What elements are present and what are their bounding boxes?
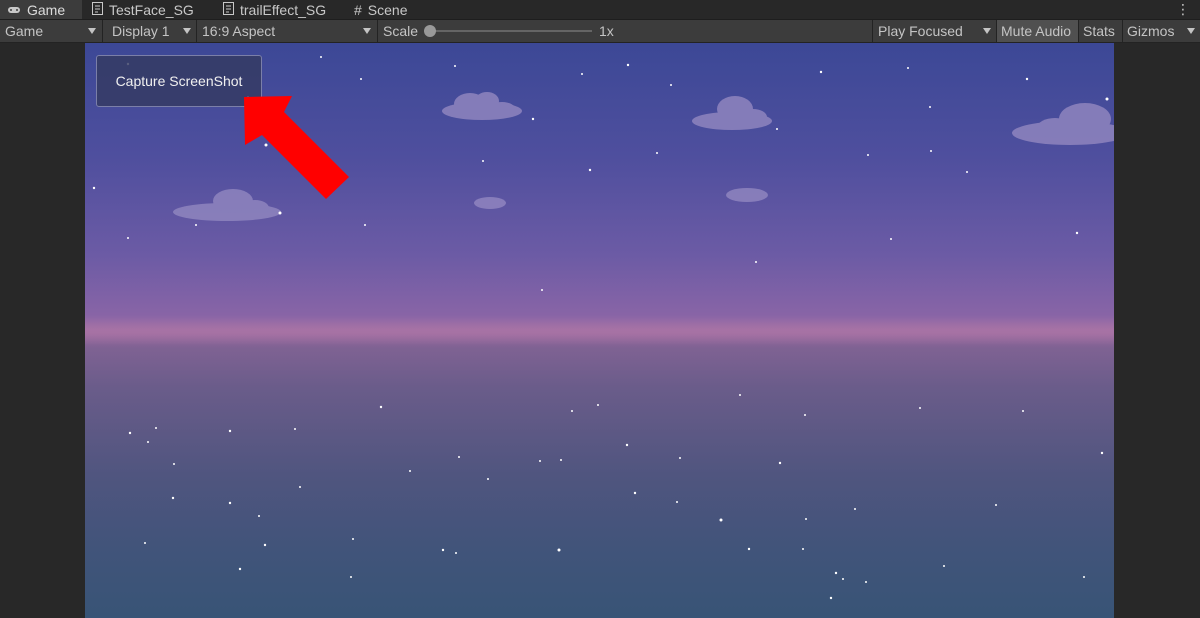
mute-audio-toggle[interactable]: Mute Audio <box>996 20 1078 42</box>
cloud <box>726 188 768 202</box>
scale-value-text: 1x <box>599 23 614 39</box>
view-mode-dropdown[interactable]: Game <box>0 20 100 42</box>
mute-audio-label: Mute Audio <box>1001 23 1072 39</box>
capture-screenshot-label: Capture ScreenShot <box>115 73 243 89</box>
horizon-glow <box>85 315 1114 345</box>
scale-slider-track[interactable] <box>430 30 592 32</box>
more-options-icon[interactable]: ⋮ <box>1176 0 1190 19</box>
stats-label: Stats <box>1083 23 1115 39</box>
chevron-down-icon <box>1187 28 1195 34</box>
chevron-down-icon <box>88 28 96 34</box>
tab-game[interactable]: Game <box>0 0 82 19</box>
aspect-dropdown[interactable]: 16:9 Aspect <box>196 20 376 42</box>
scale-slider-handle[interactable] <box>424 25 436 37</box>
shader-graph-icon <box>223 1 234 18</box>
tab-label: Game <box>27 1 66 18</box>
scale-value: 1x <box>599 20 629 42</box>
play-mode-label: Play Focused <box>878 23 963 39</box>
cloud <box>474 197 506 209</box>
display-dropdown[interactable]: Display 1 <box>102 20 196 42</box>
display-label: Display 1 <box>112 23 170 39</box>
letterbox-right <box>1114 43 1200 618</box>
scale-label-text: Scale <box>383 23 419 39</box>
tab-traileffect-sg[interactable]: trailEffect_SG <box>223 0 326 19</box>
gizmos-label: Gizmos <box>1127 23 1175 39</box>
cloud <box>1012 103 1114 145</box>
tab-label: TestFace_SG <box>109 1 194 18</box>
cloud <box>442 92 522 120</box>
capture-screenshot-button[interactable]: Capture ScreenShot <box>96 55 262 107</box>
tab-scene[interactable]: # Scene <box>354 0 408 19</box>
letterbox-left <box>0 43 85 618</box>
editor-tab-bar: Game TestFace_SG trailEffect_SG # Scene … <box>0 0 1200 20</box>
chevron-down-icon <box>983 28 991 34</box>
tab-label: trailEffect_SG <box>240 1 327 18</box>
play-mode-dropdown[interactable]: Play Focused <box>872 20 996 42</box>
cloud <box>692 96 772 130</box>
sky-scene <box>85 56 1114 600</box>
tab-label: Scene <box>367 1 408 18</box>
aspect-label: 16:9 Aspect <box>202 23 276 39</box>
gizmos-dropdown[interactable]: Gizmos <box>1122 20 1200 42</box>
game-viewport[interactable] <box>85 43 1114 618</box>
stats-toggle[interactable]: Stats <box>1078 20 1122 42</box>
tab-testface-sg[interactable]: TestFace_SG <box>92 0 194 19</box>
scale-label: Scale <box>377 20 421 42</box>
chevron-down-icon <box>183 28 191 34</box>
shader-graph-icon <box>92 1 103 18</box>
view-mode-label: Game <box>5 23 44 39</box>
scene-grid-icon: # <box>354 1 362 18</box>
gamepad-icon <box>7 2 21 18</box>
chevron-down-icon <box>363 28 371 34</box>
clouds <box>173 92 1114 221</box>
cloud <box>173 189 281 221</box>
